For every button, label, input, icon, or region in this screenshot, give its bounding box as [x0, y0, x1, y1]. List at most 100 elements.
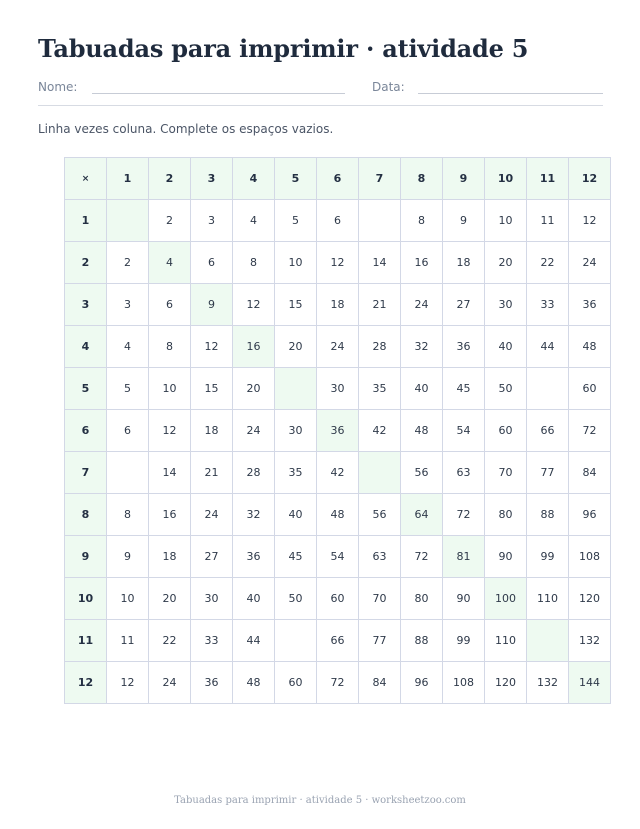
product-cell: 99 — [526, 535, 569, 578]
product-cell: 8 — [148, 325, 191, 368]
product-cell: 64 — [400, 493, 443, 536]
multiplication-table: × 1 2 3 4 5 6 7 8 9 10 11 12 1 2 3 4 5 6 8 9 10 11 12 2 2 4 6 8 10 12 1… — [64, 157, 611, 704]
blank-answer-cell[interactable] — [106, 451, 149, 494]
product-cell: 30 — [316, 367, 359, 410]
product-cell: 40 — [274, 493, 317, 536]
blank-answer-cell[interactable] — [526, 619, 569, 662]
table-row: 11 11 22 33 44 66 77 88 99 110 132 — [64, 619, 611, 662]
product-cell: 33 — [190, 619, 233, 662]
product-cell: 18 — [442, 241, 485, 284]
product-cell: 12 — [148, 409, 191, 452]
table-row: 10 10 20 30 40 50 60 70 80 90 100 110 120 — [64, 577, 611, 620]
product-cell: 66 — [526, 409, 569, 452]
column-header: 1 — [106, 157, 149, 200]
product-cell: 36 — [232, 535, 275, 578]
product-cell: 6 — [148, 283, 191, 326]
product-cell: 80 — [484, 493, 527, 536]
product-cell: 15 — [190, 367, 233, 410]
product-cell: 8 — [232, 241, 275, 284]
product-cell: 22 — [148, 619, 191, 662]
table-row: 4 4 8 12 16 20 24 28 32 36 40 44 48 — [64, 325, 611, 368]
name-field[interactable] — [92, 93, 345, 94]
product-cell: 2 — [148, 199, 191, 242]
product-cell: 4 — [232, 199, 275, 242]
column-header: 8 — [400, 157, 443, 200]
product-cell: 32 — [400, 325, 443, 368]
blank-answer-cell[interactable] — [274, 367, 317, 410]
row-header: 4 — [64, 325, 107, 368]
product-cell: 72 — [400, 535, 443, 578]
product-cell: 132 — [526, 661, 569, 704]
product-cell: 6 — [190, 241, 233, 284]
table-row: 2 2 4 6 8 10 12 14 16 18 20 22 24 — [64, 241, 611, 284]
product-cell: 12 — [232, 283, 275, 326]
product-cell: 5 — [274, 199, 317, 242]
product-cell: 35 — [358, 367, 401, 410]
product-cell: 3 — [106, 283, 149, 326]
column-header: 3 — [190, 157, 233, 200]
product-cell: 18 — [316, 283, 359, 326]
product-cell: 16 — [232, 325, 275, 368]
date-field[interactable] — [418, 93, 603, 94]
product-cell: 12 — [190, 325, 233, 368]
product-cell: 50 — [274, 577, 317, 620]
blank-answer-cell[interactable] — [274, 619, 317, 662]
product-cell: 28 — [358, 325, 401, 368]
header-divider — [38, 105, 603, 106]
product-cell: 70 — [358, 577, 401, 620]
blank-answer-cell[interactable] — [358, 199, 401, 242]
product-cell: 28 — [232, 451, 275, 494]
product-cell: 84 — [568, 451, 611, 494]
product-cell: 15 — [274, 283, 317, 326]
product-cell: 70 — [484, 451, 527, 494]
product-cell: 21 — [190, 451, 233, 494]
product-cell: 27 — [442, 283, 485, 326]
product-cell: 66 — [316, 619, 359, 662]
product-cell: 24 — [190, 493, 233, 536]
product-cell: 32 — [232, 493, 275, 536]
product-cell: 33 — [526, 283, 569, 326]
blank-answer-cell[interactable] — [358, 451, 401, 494]
product-cell: 10 — [148, 367, 191, 410]
product-cell: 10 — [274, 241, 317, 284]
product-cell: 81 — [442, 535, 485, 578]
product-cell: 5 — [106, 367, 149, 410]
product-cell: 36 — [190, 661, 233, 704]
product-cell: 12 — [106, 661, 149, 704]
product-cell: 110 — [526, 577, 569, 620]
product-cell: 40 — [400, 367, 443, 410]
blank-answer-cell[interactable] — [526, 367, 569, 410]
row-header: 7 — [64, 451, 107, 494]
product-cell: 20 — [274, 325, 317, 368]
product-cell: 30 — [274, 409, 317, 452]
product-cell: 63 — [442, 451, 485, 494]
product-cell: 8 — [106, 493, 149, 536]
product-cell: 44 — [526, 325, 569, 368]
product-cell: 77 — [358, 619, 401, 662]
table-row: 1 2 3 4 5 6 8 9 10 11 12 — [64, 199, 611, 242]
product-cell: 72 — [316, 661, 359, 704]
product-cell: 10 — [484, 199, 527, 242]
blank-answer-cell[interactable] — [106, 199, 149, 242]
row-header: 10 — [64, 577, 107, 620]
product-cell: 8 — [400, 199, 443, 242]
product-cell: 11 — [526, 199, 569, 242]
row-header: 11 — [64, 619, 107, 662]
name-date-fields: Nome: Data: — [38, 80, 603, 100]
product-cell: 14 — [148, 451, 191, 494]
product-cell: 6 — [316, 199, 359, 242]
product-cell: 132 — [568, 619, 611, 662]
product-cell: 11 — [106, 619, 149, 662]
product-cell: 63 — [358, 535, 401, 578]
product-cell: 99 — [442, 619, 485, 662]
product-cell: 20 — [232, 367, 275, 410]
column-header: 10 — [484, 157, 527, 200]
product-cell: 120 — [568, 577, 611, 620]
column-header: 4 — [232, 157, 275, 200]
product-cell: 16 — [148, 493, 191, 536]
product-cell: 56 — [400, 451, 443, 494]
product-cell: 48 — [316, 493, 359, 536]
product-cell: 30 — [484, 283, 527, 326]
product-cell: 10 — [106, 577, 149, 620]
table-row: 6 6 12 18 24 30 36 42 48 54 60 66 72 — [64, 409, 611, 452]
